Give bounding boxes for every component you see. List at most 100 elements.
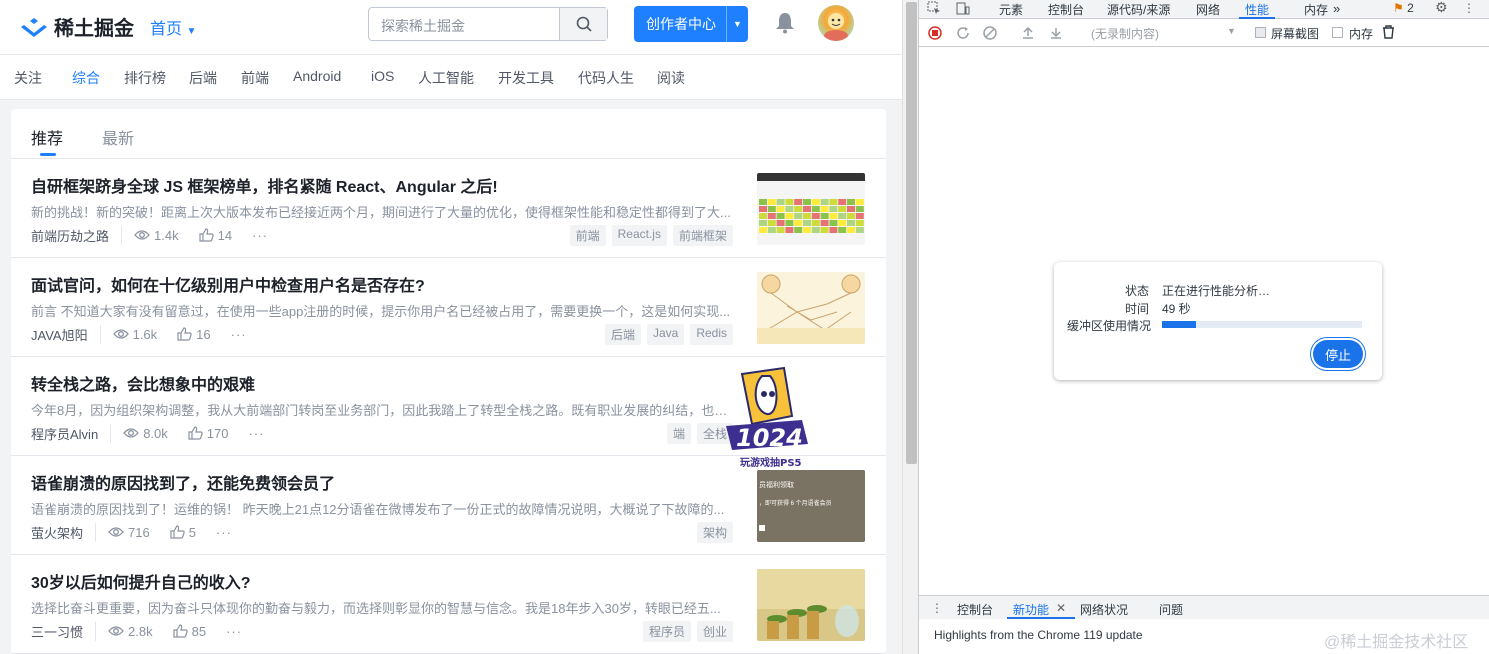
devtools-tab-3[interactable]: 网络 — [1196, 1, 1220, 18]
screenshots-checkbox[interactable] — [1255, 27, 1266, 38]
devtools-tab-4[interactable]: 性能 — [1245, 1, 1269, 18]
likes-stat[interactable]: 16 — [177, 327, 211, 342]
article-tag[interactable]: 创业 — [696, 621, 733, 642]
article-thumbnail[interactable] — [757, 173, 865, 245]
settings-gear-icon[interactable]: ⚙ — [1435, 0, 1448, 16]
more-options-icon[interactable]: ··· — [226, 624, 242, 639]
inspect-element-icon[interactable] — [927, 1, 941, 18]
devtools-tab-0[interactable]: 元素 — [999, 1, 1023, 18]
article-title[interactable]: 转全栈之路，会比想象中的艰难 — [31, 371, 741, 395]
search-input[interactable]: 探索稀土掘金 — [381, 16, 465, 36]
likes-stat[interactable]: 170 — [188, 426, 228, 441]
category-4[interactable]: 前端 — [241, 68, 269, 88]
article-tag[interactable]: 架构 — [696, 522, 733, 543]
category-0[interactable]: 关注 — [14, 68, 42, 88]
article-author[interactable]: 萤火架构 — [31, 522, 97, 542]
drawer-tab-1[interactable]: 新功能 — [1013, 601, 1049, 618]
close-icon[interactable]: ✕ — [1056, 601, 1066, 615]
article-title[interactable]: 面试官问，如何在十亿级别用户中检查用户名是否存在? — [31, 272, 741, 296]
article-thumbnail[interactable]: 员福利领取 ，即可获得 6 个月语雀会员 — [757, 470, 865, 542]
category-3[interactable]: 后端 — [189, 68, 217, 88]
article-tag[interactable]: Java — [646, 324, 685, 345]
creator-center-button[interactable]: 创作者中心 ▼ — [634, 6, 748, 42]
trash-icon[interactable] — [1382, 25, 1395, 39]
search-button[interactable] — [559, 8, 607, 40]
article-tag[interactable]: React.js — [611, 225, 667, 246]
stop-button[interactable]: 停止 — [1313, 340, 1363, 368]
likes-stat[interactable]: 85 — [172, 623, 207, 639]
article-author[interactable]: 前端历劫之路 — [31, 225, 123, 245]
article-tag[interactable]: 前端 — [569, 225, 606, 246]
recording-select[interactable]: (无录制内容) ▼ — [1091, 25, 1236, 42]
devtools-tab-2[interactable]: 源代码/来源 — [1107, 1, 1170, 18]
article-tag[interactable]: 前端框架 — [672, 225, 733, 246]
drawer-menu-icon[interactable]: ⋮ — [931, 601, 943, 615]
category-9[interactable]: 代码人生 — [578, 68, 634, 88]
article-abstract[interactable]: 新的挑战！新的突破！距离上次大版本发布已经接近两个月，期间进行了大量的优化，使得… — [31, 202, 734, 221]
user-avatar[interactable] — [818, 5, 854, 41]
category-1[interactable]: 综合 — [72, 68, 100, 88]
category-7[interactable]: 人工智能 — [418, 68, 474, 88]
article-author[interactable]: JAVA旭阳 — [31, 324, 101, 344]
clear-icon[interactable] — [983, 26, 997, 40]
more-options-icon[interactable]: ··· — [248, 426, 264, 441]
article-author[interactable]: 程序员Alvin — [31, 423, 112, 443]
likes-stat[interactable]: 14 — [198, 228, 232, 243]
home-nav-dropdown[interactable]: 首页 ▼ — [150, 15, 196, 39]
thumbs-up-icon — [170, 525, 185, 539]
article-abstract[interactable]: 语雀崩溃的原因找到了！运维的锅！ 昨天晚上21点12分语雀在微博发布了一份正式的… — [31, 499, 734, 518]
category-6[interactable]: iOS — [371, 68, 394, 84]
article-thumbnail[interactable] — [757, 569, 865, 641]
more-tabs-icon[interactable]: » — [1333, 1, 1340, 16]
article-abstract[interactable]: 今年8月，因为组织架构调整，我从大前端部门转岗至业务部门，因此我踏上了转型全栈之… — [31, 400, 734, 419]
article-item[interactable]: 30岁以后如何提升自己的收入? 选择比奋斗更重要，因为奋斗只体现你的勤奋与毅力，而… — [11, 555, 886, 654]
category-2[interactable]: 排行榜 — [124, 68, 166, 88]
article-item[interactable]: 面试官问，如何在十亿级别用户中检查用户名是否存在? 前言 不知道大家有没有留意过，… — [11, 258, 886, 357]
page-scrollbar[interactable] — [902, 0, 918, 654]
tab-latest[interactable]: 最新 — [102, 125, 134, 149]
article-title[interactable]: 30岁以后如何提升自己的收入? — [31, 569, 741, 593]
tab-recommend[interactable]: 推荐 — [31, 125, 63, 149]
creator-dropdown-arrow[interactable]: ▼ — [726, 6, 748, 42]
device-toolbar-icon[interactable] — [956, 1, 970, 18]
article-author[interactable]: 三一习惯 — [31, 621, 97, 641]
likes-count: 85 — [191, 623, 207, 639]
article-item[interactable]: 自研框架跻身全球 JS 框架榜单，排名紧随 React、Angular 之后! 新… — [11, 159, 886, 258]
article-title[interactable]: 自研框架跻身全球 JS 框架榜单，排名紧随 React、Angular 之后! — [31, 173, 741, 197]
category-8[interactable]: 开发工具 — [498, 68, 554, 88]
article-thumbnail[interactable] — [757, 272, 865, 344]
record-stop-icon[interactable] — [928, 26, 942, 40]
upload-icon[interactable] — [1021, 26, 1035, 40]
scrollbar-thumb[interactable] — [906, 2, 917, 464]
article-tag[interactable]: 后端 — [604, 324, 641, 345]
1024-event-badge[interactable]: 1024 玩游戏抽PS5 — [712, 366, 818, 470]
memory-checkbox[interactable] — [1332, 27, 1343, 38]
time-label: 时间 — [1124, 302, 1149, 316]
download-icon[interactable] — [1049, 26, 1063, 40]
article-item[interactable]: 语雀崩溃的原因找到了，还能免费领会员了语雀崩溃的原因找到了！运维的锅！ 昨天晚上… — [11, 456, 886, 555]
article-title[interactable]: 语雀崩溃的原因找到了，还能免费领会员了 — [31, 470, 741, 494]
notification-bell-icon[interactable] — [775, 12, 795, 39]
category-5[interactable]: Android — [293, 68, 341, 84]
article-abstract[interactable]: 选择比奋斗更重要，因为奋斗只体现你的勤奋与毅力，而选择则彰显你的智慧与信念。我是… — [31, 598, 734, 617]
logo[interactable]: 稀土掘金 — [20, 12, 134, 41]
article-tag[interactable]: 程序员 — [642, 621, 691, 642]
category-10[interactable]: 阅读 — [657, 68, 685, 88]
article-tag[interactable]: Redis — [690, 324, 733, 345]
more-options-icon[interactable]: ··· — [216, 525, 232, 540]
more-options-icon[interactable]: ··· — [231, 327, 247, 342]
issues-counter[interactable]: ⚑ 2 — [1393, 1, 1414, 15]
devtools-tab-1[interactable]: 控制台 — [1048, 1, 1084, 18]
more-options-icon[interactable]: ··· — [252, 228, 268, 243]
article-tag[interactable]: 端 — [666, 423, 691, 444]
drawer-tab-0[interactable]: 控制台 — [957, 601, 993, 618]
drawer-tab-2[interactable]: 网络状况 — [1080, 601, 1128, 618]
views-stat: 716 — [108, 525, 150, 540]
article-abstract[interactable]: 前言 不知道大家有没有留意过，在使用一些app注册的时候，提示你用户名已经被占用… — [31, 301, 734, 320]
reload-record-icon[interactable] — [956, 26, 970, 40]
more-options-icon[interactable]: ⋮ — [1463, 1, 1475, 15]
devtools-tab-5[interactable]: 内存 — [1304, 1, 1328, 18]
search-box[interactable]: 探索稀土掘金 — [368, 7, 608, 41]
drawer-tab-3[interactable]: 问题 — [1159, 601, 1183, 618]
likes-stat[interactable]: 5 — [170, 525, 196, 540]
